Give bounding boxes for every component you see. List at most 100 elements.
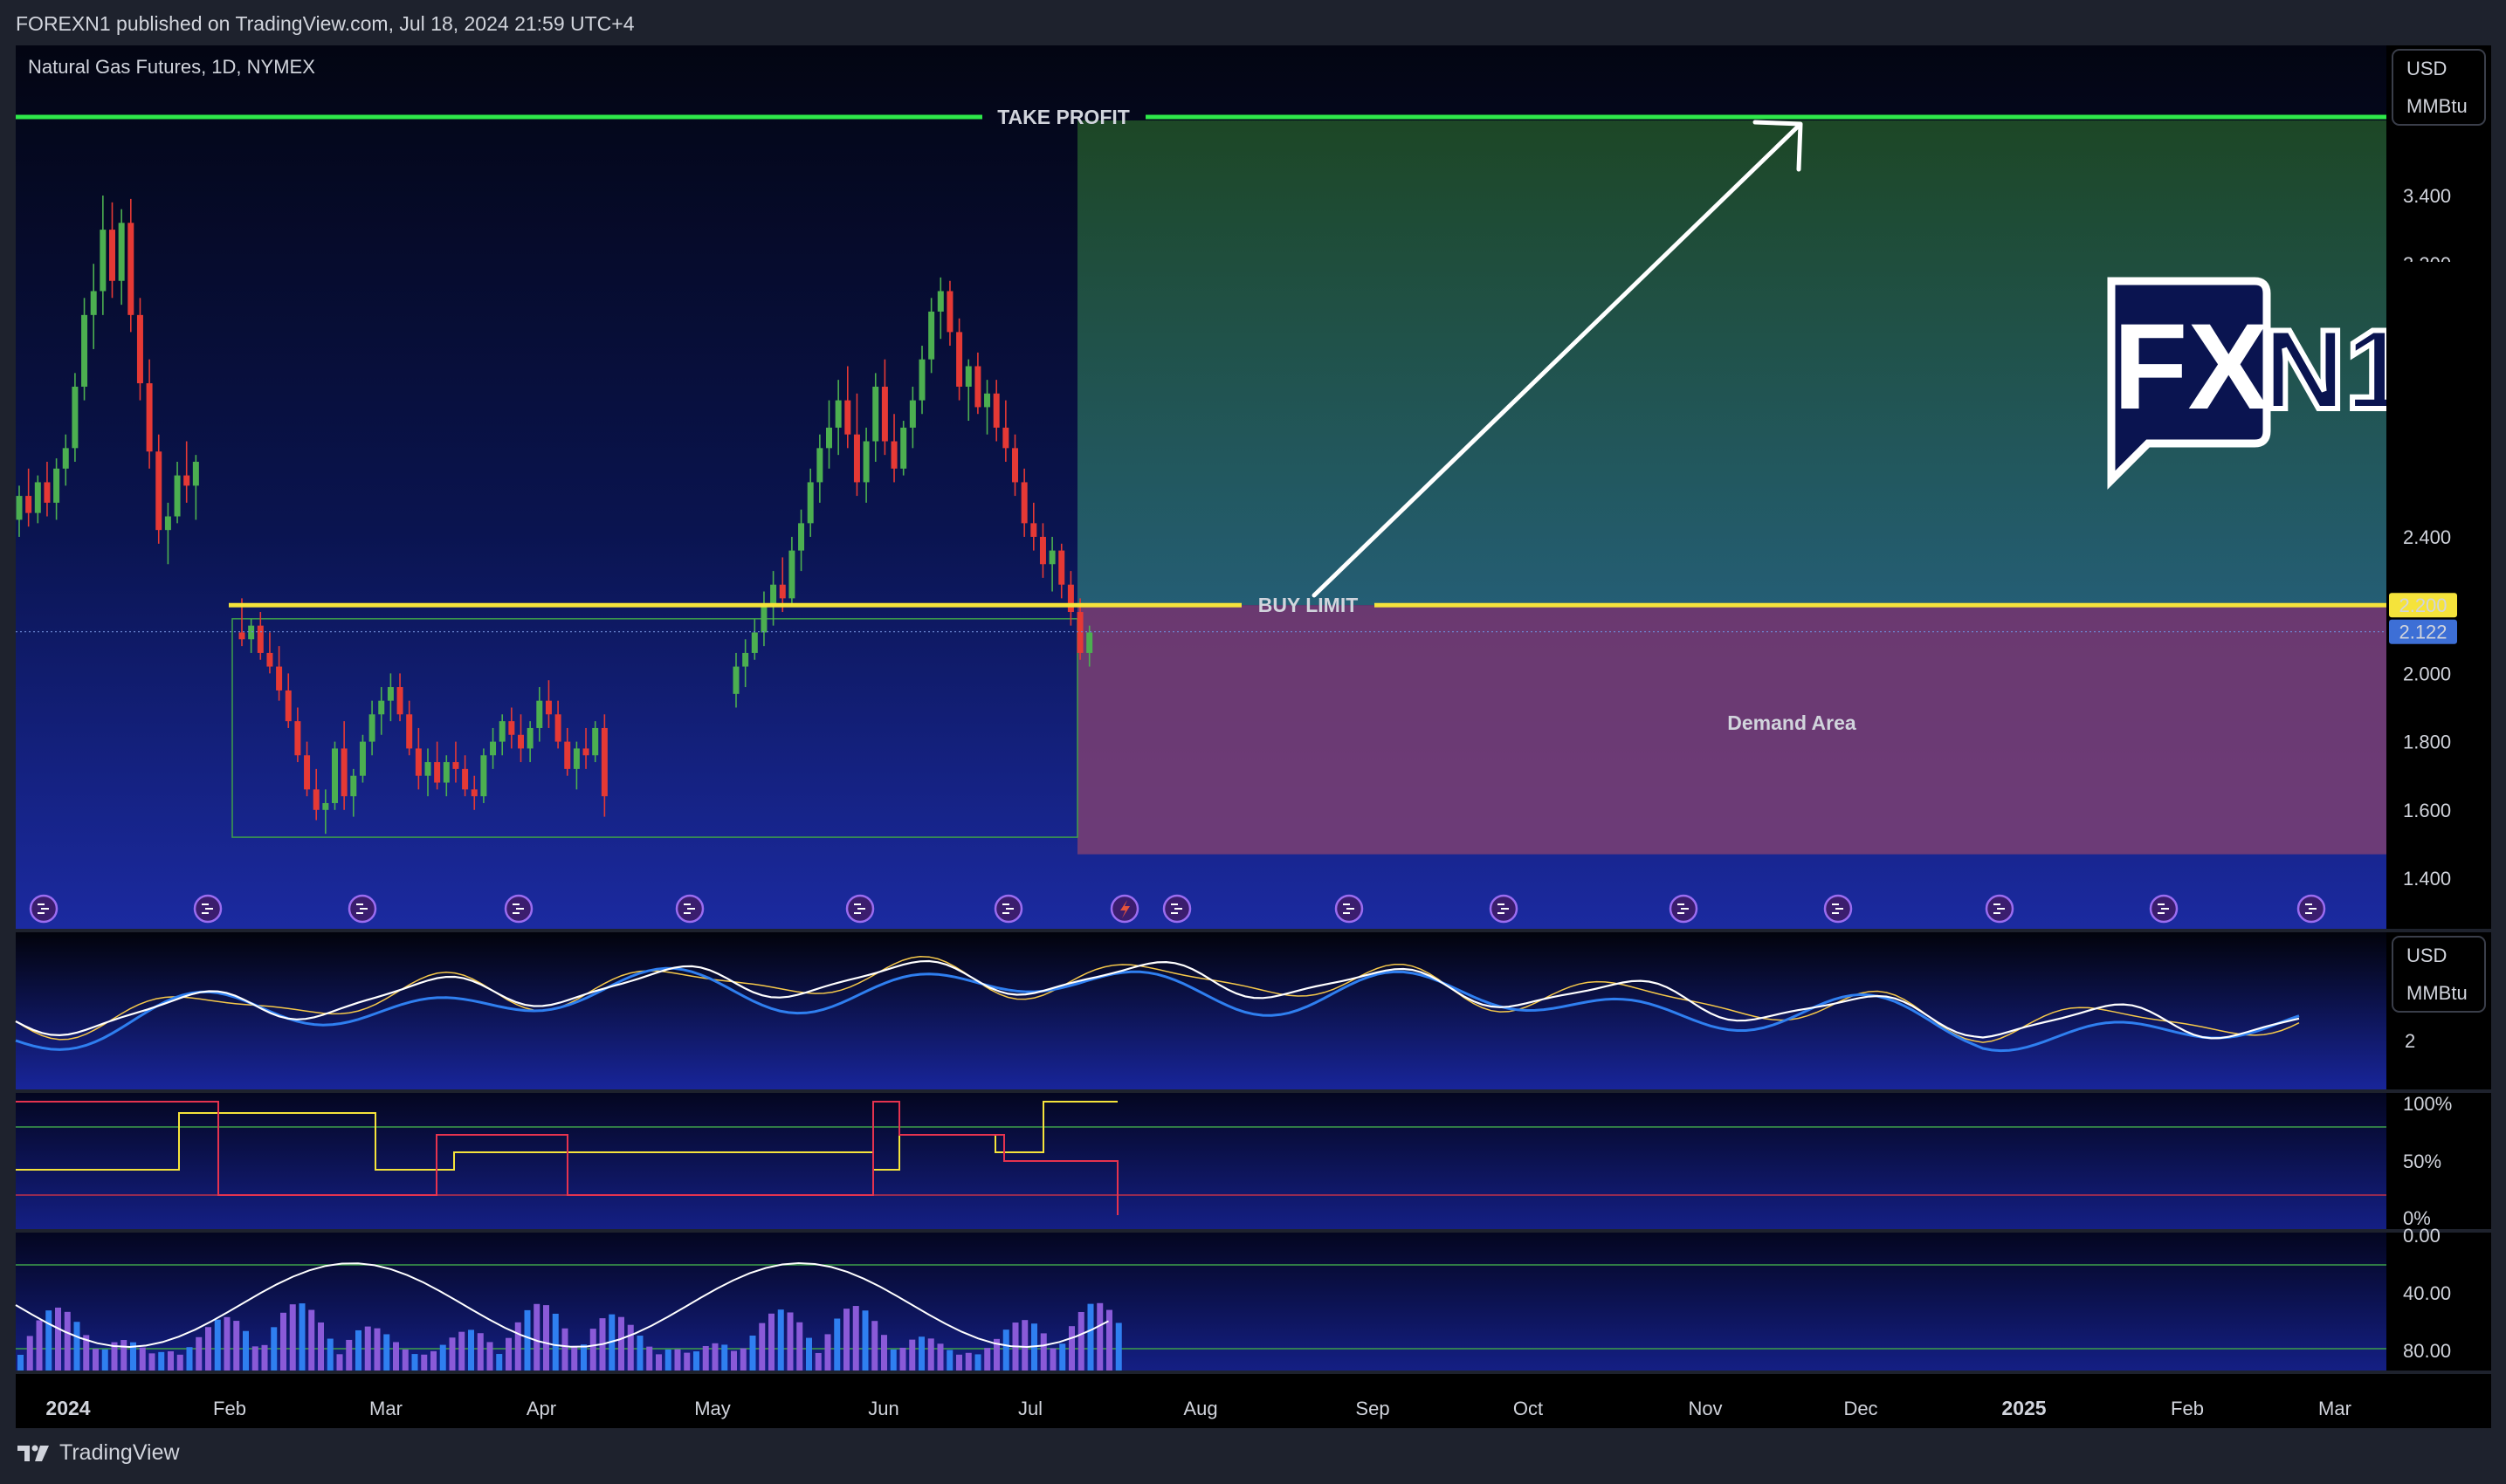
time-tick: Jul: [1018, 1398, 1043, 1419]
osc2-bar: [824, 1334, 831, 1371]
osc2-bar: [196, 1336, 203, 1371]
price-tick: 1.400: [2403, 868, 2451, 890]
osc2-bar: [881, 1335, 887, 1371]
osc2-bar: [318, 1322, 324, 1371]
osc2-bar: [186, 1347, 193, 1371]
event-marker[interactable]: [675, 894, 705, 924]
compare-tick-2: 2: [2405, 1030, 2415, 1052]
osc2-bar: [1097, 1302, 1104, 1371]
osc2-bar: [1087, 1303, 1094, 1371]
tradingview-icon: [17, 1445, 49, 1461]
event-marker[interactable]: [2296, 894, 2326, 924]
osc2-bar: [618, 1316, 624, 1371]
take-profit-label: TAKE PROFIT: [997, 106, 1130, 128]
osc2-bar: [120, 1340, 127, 1371]
time-tick: 2025: [2001, 1397, 2046, 1419]
osc2-bar: [346, 1339, 353, 1371]
osc2-bar: [589, 1329, 596, 1371]
event-marker[interactable]: [2149, 894, 2179, 924]
osc2-tick-40: 40.00: [2403, 1282, 2451, 1304]
event-marker[interactable]: [504, 894, 534, 924]
osc2-bar: [355, 1329, 361, 1371]
event-marker[interactable]: [29, 894, 59, 924]
oscillator-pane-1[interactable]: 100% 50% 0%: [16, 1093, 2491, 1229]
event-marker[interactable]: [1489, 894, 1518, 924]
osc1-tick-50: 50%: [2403, 1151, 2441, 1172]
price-pane[interactable]: Demand Area TAKE PROFIT BUY LIMIT 2.200 2.1…: [16, 45, 2491, 929]
osc2-bar: [449, 1337, 456, 1371]
osc2-bar: [261, 1344, 268, 1371]
osc2-bar: [168, 1350, 174, 1371]
osc2-bar: [759, 1323, 766, 1371]
osc2-bar: [1115, 1323, 1122, 1371]
osc2-bar: [731, 1350, 737, 1371]
time-tick: Aug: [1183, 1398, 1217, 1419]
osc2-bar: [64, 1311, 71, 1371]
osc2-bar: [871, 1321, 878, 1371]
osc2-bar: [1022, 1320, 1029, 1371]
osc2-bar: [1002, 1329, 1009, 1371]
osc2-bar: [919, 1336, 925, 1371]
event-marker[interactable]: [1162, 894, 1192, 924]
time-tick: Mar: [2318, 1398, 2351, 1419]
comparison-pane[interactable]: USD MMBtu 2: [15, 932, 2491, 1089]
oscillator-pane-2[interactable]: 0.00 40.00 80.00: [15, 1225, 2491, 1371]
osc2-bar: [374, 1328, 381, 1371]
event-marker[interactable]: [1334, 894, 1364, 924]
time-tick: Dec: [1843, 1398, 1877, 1419]
osc2-bar: [36, 1320, 43, 1371]
osc2-bar: [73, 1322, 80, 1371]
osc2-bar: [843, 1309, 850, 1371]
event-marker[interactable]: [1985, 894, 2014, 924]
osc2-bar: [947, 1350, 954, 1371]
event-marker[interactable]: [193, 894, 223, 924]
osc2-bar: [289, 1304, 296, 1371]
osc2-bar: [139, 1347, 146, 1371]
osc2-tick-80: 80.00: [2403, 1340, 2451, 1362]
unit-box-main[interactable]: USD MMBtu: [2392, 49, 2486, 126]
osc2-bar: [364, 1326, 371, 1371]
osc2-bar: [974, 1354, 981, 1371]
earnings-flash-marker[interactable]: [1110, 894, 1139, 924]
event-marker[interactable]: [1669, 894, 1698, 924]
chart-canvas[interactable]: Demand Area TAKE PROFIT BUY LIMIT 2.200 2.1…: [0, 45, 2506, 1430]
osc2-bar: [458, 1331, 465, 1371]
osc2-bar: [1040, 1333, 1047, 1371]
osc2-bar: [777, 1309, 784, 1371]
osc2-bar: [411, 1354, 418, 1371]
osc2-bar: [430, 1350, 437, 1371]
osc2-bar: [1106, 1309, 1112, 1371]
candle: [900, 421, 907, 476]
osc2-bar: [514, 1322, 521, 1371]
event-marker[interactable]: [994, 894, 1023, 924]
demand-area-label: Demand Area: [1727, 711, 1856, 734]
osc2-bar: [646, 1346, 653, 1371]
osc2-bar: [627, 1324, 634, 1371]
osc2-bar: [17, 1355, 24, 1371]
osc2-bar: [214, 1319, 221, 1371]
price-tick: 2.000: [2403, 663, 2451, 684]
osc2-bar: [834, 1318, 841, 1371]
osc2-bar: [806, 1337, 812, 1371]
osc2-bar: [393, 1342, 399, 1371]
tradingview-logo[interactable]: TradingView: [16, 1440, 180, 1466]
time-tick: Nov: [1688, 1398, 1722, 1419]
comparison-pane-background: [16, 932, 2386, 1089]
unit-mmbtu-compare: MMBtu: [2406, 982, 2468, 1004]
osc2-bar: [439, 1344, 446, 1371]
unit-usd-compare: USD: [2406, 945, 2447, 966]
event-marker[interactable]: [1823, 894, 1853, 924]
osc2-bar: [787, 1312, 794, 1371]
time-tick: May: [694, 1398, 731, 1419]
event-marker[interactable]: [348, 894, 377, 924]
osc2-bar: [543, 1305, 549, 1371]
osc2-bar: [506, 1337, 512, 1371]
osc2-bar: [383, 1334, 390, 1371]
osc2-bar: [402, 1349, 409, 1371]
current-price-tag-text: 2.122: [2399, 622, 2447, 643]
osc2-bar: [852, 1306, 859, 1371]
event-marker[interactable]: [845, 894, 875, 924]
candle: [480, 748, 487, 803]
price-tick: 3.400: [2403, 185, 2451, 207]
osc2-bar: [524, 1309, 531, 1371]
